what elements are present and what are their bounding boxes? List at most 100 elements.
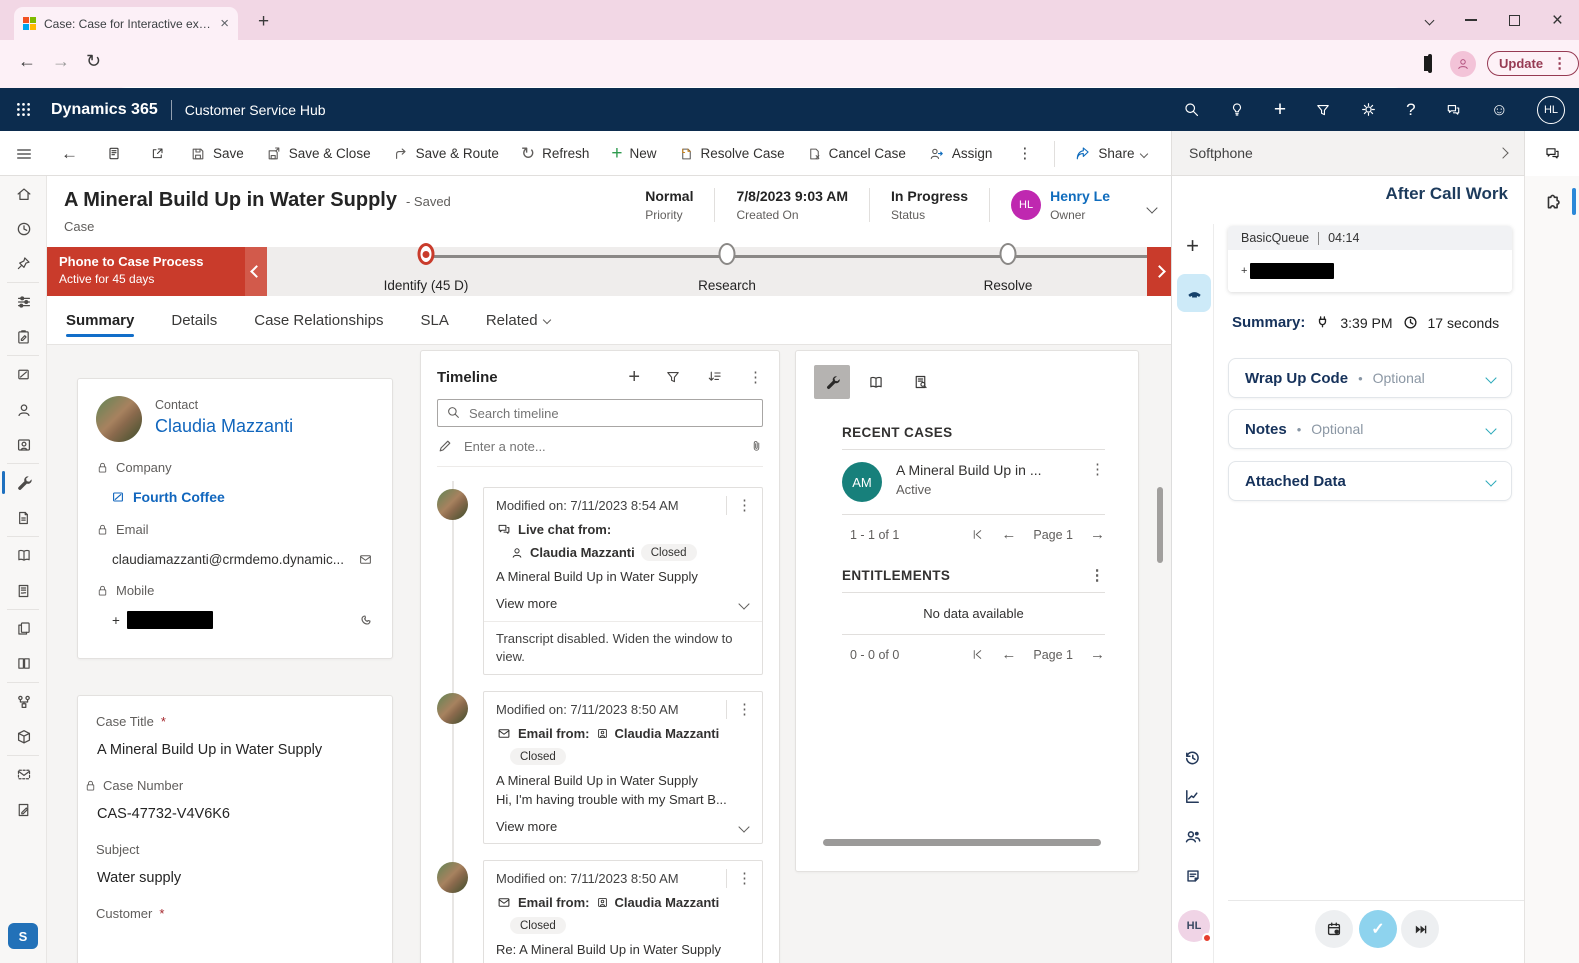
prev-page-icon[interactable]: ← xyxy=(1001,646,1016,663)
mobile-value-row[interactable]: + xyxy=(112,611,374,629)
entry-subject[interactable]: A Mineral Build Up in Water Supply xyxy=(484,765,762,788)
command-overflow-icon[interactable]: ⋮ xyxy=(1003,146,1046,161)
refresh-button[interactable]: ↻ Refresh xyxy=(510,131,601,176)
timeline-expand-records-icon[interactable] xyxy=(706,369,723,385)
sidebar-item-social-profiles[interactable] xyxy=(0,427,47,462)
recent-case-title[interactable]: A Mineral Build Up in ... xyxy=(896,462,1076,478)
first-page-icon[interactable] xyxy=(971,528,984,541)
softphone-panel-header[interactable]: Softphone xyxy=(1171,131,1524,176)
browser-menu-icon[interactable]: ⋮ xyxy=(1552,56,1567,71)
entry-person[interactable]: Claudia Mazzanti xyxy=(530,545,635,560)
sidebar-item-dashboards[interactable] xyxy=(0,284,47,319)
notes-icon[interactable] xyxy=(1172,858,1213,894)
schedule-followup-button[interactable] xyxy=(1315,910,1353,948)
header-field-status[interactable]: In Progress Status xyxy=(869,188,989,222)
notes-section[interactable]: Notes • Optional xyxy=(1228,409,1512,449)
timeline-search[interactable] xyxy=(437,399,763,427)
expand-chevron-icon[interactable] xyxy=(1485,423,1496,434)
tab-related[interactable]: Related xyxy=(486,296,550,345)
browser-back-button[interactable]: ← xyxy=(18,52,36,70)
entry-more-icon[interactable]: ⋮ xyxy=(726,700,762,719)
case-number-field-value[interactable]: CAS-47732-V4V6K6 xyxy=(97,806,374,822)
timeline-entry-email[interactable]: Modified on: 7/11/2023 8:50 AM ⋮ Email f… xyxy=(437,860,763,963)
tool-tab-recent-cases[interactable] xyxy=(814,365,850,399)
entry-person[interactable]: Claudia Mazzanti xyxy=(615,726,720,741)
entry-subject[interactable]: Re: A Mineral Build Up in Water Supply xyxy=(484,934,762,957)
email-value-row[interactable]: claudiamazzanti@crmdemo.dynamic... xyxy=(112,552,374,567)
sidebar-item-home[interactable] xyxy=(0,176,47,211)
softphone-add-session-icon[interactable]: + xyxy=(1172,228,1213,264)
sidebar-item-email-templates[interactable] xyxy=(0,757,47,792)
sidebar-item-connections[interactable] xyxy=(0,684,47,719)
app-name[interactable]: Customer Service Hub xyxy=(185,102,326,118)
window-maximize-button[interactable] xyxy=(1509,15,1520,26)
collapse-panel-chevron-icon[interactable] xyxy=(1497,147,1508,158)
settings-gear-icon[interactable] xyxy=(1360,101,1377,118)
bpf-stage-identify-label[interactable]: Identify (45 D) xyxy=(341,278,511,293)
filter-icon[interactable] xyxy=(1315,102,1331,118)
subject-field-value[interactable]: Water supply xyxy=(97,870,374,886)
browser-update-button[interactable]: Update ⋮ xyxy=(1487,51,1579,76)
timeline-entry-chat[interactable]: Modified on: 7/11/2023 8:54 AM ⋮ Live ch… xyxy=(437,487,763,675)
bpf-stage-identify-dot[interactable] xyxy=(418,243,435,265)
open-in-new-icon[interactable] xyxy=(136,146,179,161)
header-field-created-on[interactable]: 7/8/2023 9:03 AM Created On xyxy=(714,188,869,222)
session-badge[interactable]: S xyxy=(8,923,38,949)
hamburger-menu-icon[interactable] xyxy=(15,145,33,163)
teams-chat-icon[interactable] xyxy=(1445,102,1462,118)
timeline-add-icon[interactable]: + xyxy=(628,367,640,387)
lightbulb-icon[interactable] xyxy=(1229,101,1245,118)
assign-button[interactable]: Assign xyxy=(917,131,1004,176)
bpf-stage-research-label[interactable]: Research xyxy=(642,278,812,293)
entry-view-more[interactable]: View more xyxy=(484,584,762,611)
timeline-entry-email[interactable]: Modified on: 7/11/2023 8:50 AM ⋮ Email f… xyxy=(437,691,763,844)
sidebar-item-forms[interactable] xyxy=(0,792,47,827)
complete-acw-button[interactable]: ✓ xyxy=(1359,910,1397,948)
chat-pane-toggle[interactable] xyxy=(1524,131,1579,176)
softphone-call-tab[interactable] xyxy=(1177,274,1211,312)
browser-forward-button[interactable]: → xyxy=(52,52,70,70)
send-email-icon[interactable] xyxy=(357,552,374,567)
sidebar-item-knowledge-articles[interactable] xyxy=(0,538,47,573)
recent-case-row[interactable]: AM A Mineral Build Up in ... Active ⋮ xyxy=(842,450,1105,515)
sidebar-item-contacts[interactable] xyxy=(0,392,47,427)
bpf-stage-resolve-dot[interactable] xyxy=(1000,243,1017,265)
help-icon[interactable]: ? xyxy=(1406,100,1415,120)
save-and-close-button[interactable]: Save & Close xyxy=(255,131,382,176)
vertical-scrollbar-thumb[interactable] xyxy=(1157,487,1163,563)
bpf-scroll-left[interactable] xyxy=(245,247,267,296)
new-tab-button[interactable]: + xyxy=(258,12,269,31)
sidebar-item-activities[interactable] xyxy=(0,319,47,354)
tab-close-icon[interactable]: × xyxy=(220,16,229,31)
search-icon[interactable] xyxy=(1183,101,1200,118)
feedback-smiley-icon[interactable]: ☺ xyxy=(1491,101,1508,118)
side-panel-icon[interactable] xyxy=(1428,54,1432,73)
call-history-icon[interactable] xyxy=(1172,739,1213,775)
cancel-case-button[interactable]: Cancel Case xyxy=(796,131,917,176)
expand-chevron-icon[interactable] xyxy=(1485,475,1496,486)
case-title-field-value[interactable]: A Mineral Build Up in Water Supply xyxy=(97,742,374,758)
first-page-icon[interactable] xyxy=(971,648,984,661)
company-link[interactable]: Fourth Coffee xyxy=(133,489,225,505)
next-page-icon[interactable]: → xyxy=(1090,526,1105,543)
back-button[interactable]: ← xyxy=(47,144,92,164)
tool-tab-search-articles[interactable] xyxy=(902,365,938,399)
timeline-note-row[interactable] xyxy=(437,438,763,467)
sitemap-icon[interactable] xyxy=(92,145,136,162)
browser-refresh-button[interactable]: ↻ xyxy=(86,52,101,70)
save-button[interactable]: Save xyxy=(179,131,255,176)
horizontal-scrollbar-thumb[interactable] xyxy=(823,839,1101,846)
entry-subject[interactable]: A Mineral Build Up in Water Supply xyxy=(484,561,762,584)
recent-case-more-icon[interactable]: ⋮ xyxy=(1090,462,1105,502)
window-minimize-button[interactable] xyxy=(1465,19,1477,21)
entry-view-more[interactable]: View more xyxy=(484,807,762,834)
sidebar-item-products[interactable] xyxy=(0,719,47,754)
contact-name-link[interactable]: Claudia Mazzanti xyxy=(155,416,293,437)
timeline-search-input[interactable] xyxy=(437,399,763,427)
tab-summary[interactable]: Summary xyxy=(66,296,134,345)
header-field-priority[interactable]: Normal Priority xyxy=(624,188,714,222)
header-field-owner[interactable]: HL Henry Le Owner xyxy=(989,188,1131,222)
sidebar-item-cases[interactable] xyxy=(0,465,47,500)
quick-create-plus-icon[interactable]: + xyxy=(1274,99,1286,120)
browser-tab[interactable]: Case: Case for Interactive experie × xyxy=(14,7,238,40)
